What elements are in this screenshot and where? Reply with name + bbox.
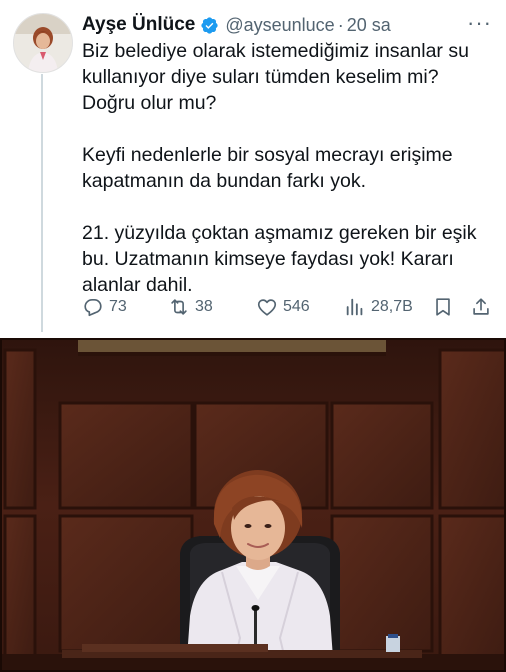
tweet-paragraph-1: Biz belediye olarak istemediğimiz insanl… [82, 40, 469, 114]
reply-button[interactable]: 73 [82, 296, 127, 318]
views-button[interactable]: 28,7B [344, 296, 413, 318]
bookmark-icon [436, 298, 450, 316]
like-count: 546 [283, 298, 310, 315]
more-icon[interactable]: ··· [467, 12, 492, 34]
heart-icon [257, 299, 277, 316]
separator-dot: · [337, 14, 344, 35]
retweet-count: 38 [195, 298, 213, 315]
tweet-header: Ayşe Ünlüce @ayseunluce · 20 sa ··· [82, 12, 494, 38]
retweet-icon [171, 299, 187, 315]
thread-line [41, 74, 43, 332]
woman-seated-at-desk-photo [0, 338, 506, 672]
share-icon [473, 298, 489, 315]
views-count: 28,7B [371, 298, 413, 315]
verified-badge-icon [200, 16, 219, 35]
author-name[interactable]: Ayşe Ünlüce [82, 14, 195, 36]
author-handle[interactable]: @ayseunluce [225, 15, 334, 36]
tweet-actions: 73 38 546 28,7B [82, 296, 496, 322]
timestamp[interactable]: 20 sa [347, 15, 391, 36]
tweet-paragraph-2: Keyfi nedenlerle bir sosyal mecrayı eriş… [82, 144, 453, 192]
like-button[interactable]: 546 [256, 296, 310, 318]
reply-icon [84, 299, 102, 317]
share-button[interactable] [470, 296, 497, 318]
retweet-button[interactable]: 38 [168, 296, 213, 318]
reply-count: 73 [109, 298, 127, 315]
tweet-text: Biz belediye olarak istemediğimiz insanl… [82, 38, 494, 324]
tweet-card[interactable]: Ayşe Ünlüce @ayseunluce · 20 sa ··· Biz … [0, 0, 506, 332]
bookmark-button[interactable] [432, 296, 459, 318]
avatar[interactable] [13, 13, 73, 73]
tweet-paragraph-3: 21. yüzyılda çoktan aşmamız gereken bir … [82, 222, 477, 296]
views-icon [346, 298, 363, 316]
